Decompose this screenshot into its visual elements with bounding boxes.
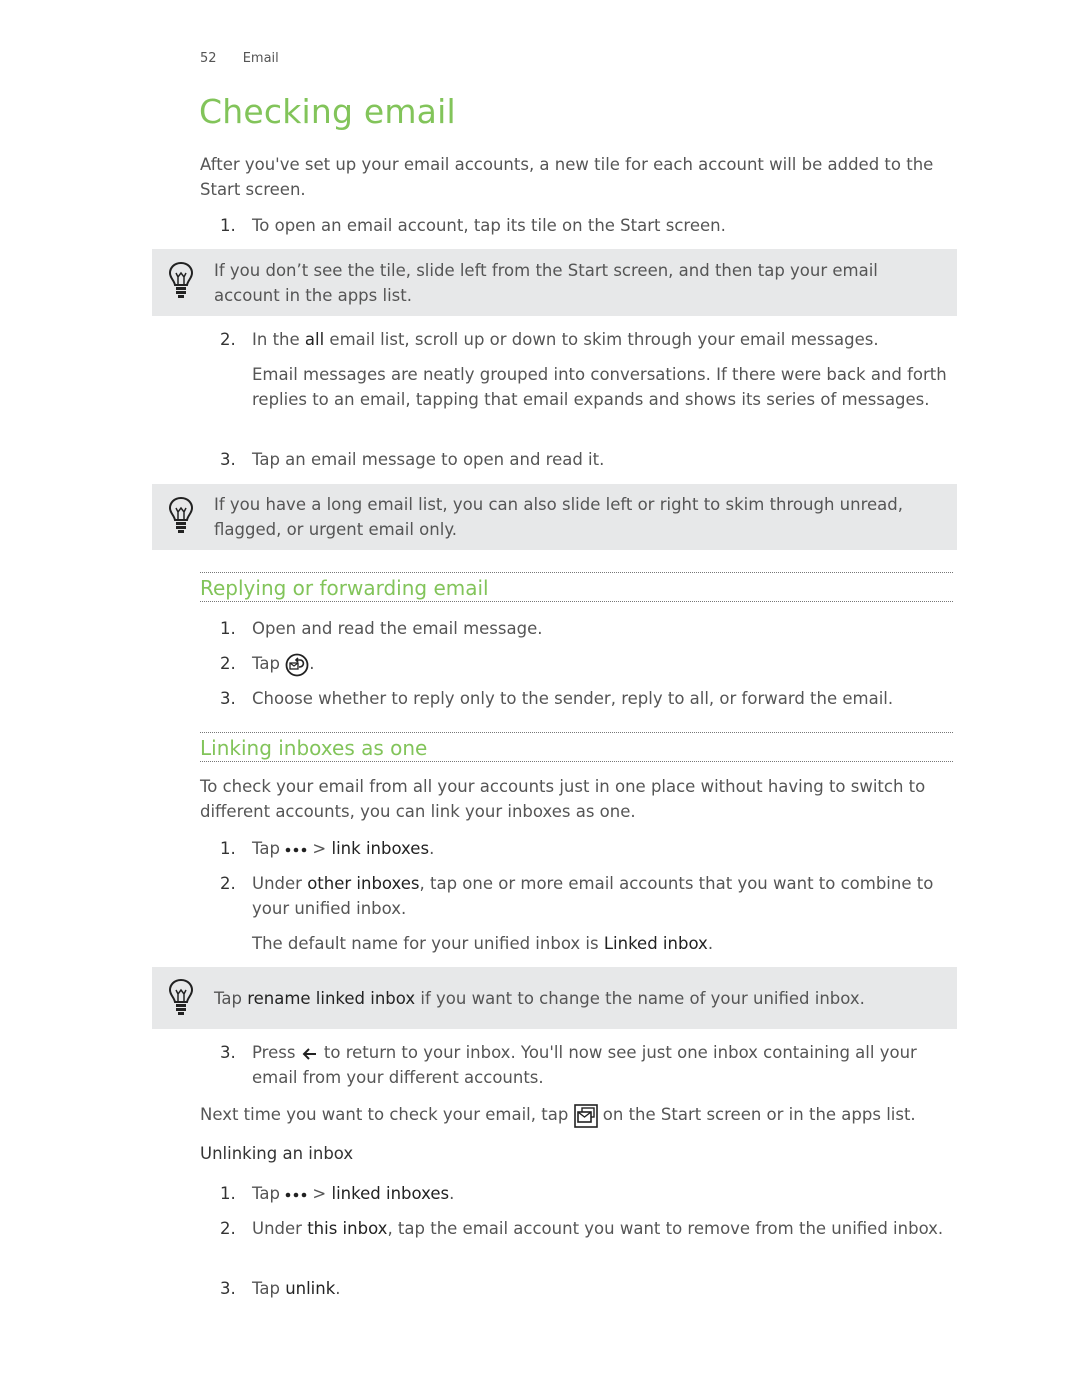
tip-box: If you have a long email list, you can a… bbox=[152, 484, 957, 550]
checking-step-1: 1. To open an email account, tap its til… bbox=[220, 213, 960, 238]
text: . bbox=[429, 839, 435, 858]
step-text: Tap > link inboxes. bbox=[252, 836, 960, 861]
text: > bbox=[307, 839, 332, 858]
text: . bbox=[707, 934, 714, 953]
ui-term: Linked inbox bbox=[603, 934, 708, 953]
tip-box: If you don’t see the tile, slide left fr… bbox=[152, 249, 957, 316]
text: Tap bbox=[252, 839, 286, 858]
step-text: Under this inbox, tap the email account … bbox=[252, 1216, 960, 1241]
ui-term: this inbox bbox=[307, 1219, 388, 1238]
more-icon bbox=[285, 1192, 307, 1197]
more-icon bbox=[285, 847, 307, 852]
text: In the bbox=[252, 330, 305, 349]
section-heading-linking: Linking inboxes as one bbox=[200, 732, 953, 762]
replying-step-3: 3. Choose whether to reply only to the s… bbox=[220, 686, 960, 711]
text: Tap bbox=[214, 989, 248, 1008]
text: Tap bbox=[252, 654, 286, 673]
step-number: 1. bbox=[220, 839, 236, 858]
unlinking-step-1: 1. Tap > linked inboxes. bbox=[220, 1181, 960, 1206]
checking-step-3: 3. Tap an email message to open and read… bbox=[220, 447, 960, 472]
linking-step-2-detail: The default name for your unified inbox … bbox=[252, 931, 962, 956]
tip-text: Tap rename linked inbox if you want to c… bbox=[214, 986, 944, 1011]
text: > bbox=[307, 1184, 332, 1203]
back-icon bbox=[302, 1047, 316, 1060]
tip-text: If you have a long email list, you can a… bbox=[214, 495, 903, 539]
step-number: 2. bbox=[220, 1219, 236, 1238]
lightbulb-icon bbox=[168, 261, 194, 298]
ui-term: other inboxes bbox=[307, 874, 420, 893]
tip-text: If you don’t see the tile, slide left fr… bbox=[214, 261, 878, 305]
step-text: To open an email account, tap its tile o… bbox=[252, 216, 726, 235]
ui-term: rename linked inbox bbox=[247, 989, 416, 1008]
step-text: Tap > linked inboxes. bbox=[252, 1181, 960, 1206]
replying-step-2: 2. Tap . bbox=[220, 651, 960, 677]
page-header: 52 Email bbox=[200, 51, 279, 66]
step-number: 1. bbox=[220, 619, 236, 638]
step-text: Choose whether to reply only to the send… bbox=[252, 689, 894, 708]
linking-step-2: 2. Under other inboxes, tap one or more … bbox=[220, 871, 960, 921]
ui-term: unlink bbox=[285, 1279, 336, 1298]
page-number: 52 bbox=[200, 51, 217, 66]
ui-term: linked inboxes bbox=[331, 1184, 450, 1203]
step-number: 2. bbox=[220, 330, 236, 349]
lightbulb-icon bbox=[168, 978, 194, 1015]
intro-paragraph: After you've set up your email accounts,… bbox=[200, 155, 934, 199]
step-number: 3. bbox=[220, 1279, 236, 1298]
ui-term: all bbox=[304, 330, 325, 349]
text: . bbox=[309, 654, 315, 673]
text: Tap bbox=[252, 1279, 286, 1298]
text: . bbox=[335, 1279, 341, 1298]
section-heading-replying: Replying or forwarding email bbox=[200, 572, 953, 602]
section-name: Email bbox=[242, 51, 279, 66]
text: to return to your inbox. You'll now see … bbox=[252, 1043, 917, 1087]
text: . bbox=[449, 1184, 455, 1203]
step-number: 1. bbox=[220, 216, 236, 235]
next-time-paragraph: Next time you want to check your email, … bbox=[200, 1102, 960, 1128]
step-text: Tap an email message to open and read it… bbox=[252, 450, 605, 469]
text: email list, scroll up or down to skim th… bbox=[324, 330, 879, 349]
step-text: Tap unlink. bbox=[252, 1276, 960, 1301]
ui-term: link inboxes bbox=[331, 839, 430, 858]
step-number: 1. bbox=[220, 1184, 236, 1203]
text: Under bbox=[252, 1219, 308, 1238]
step-number: 3. bbox=[220, 689, 236, 708]
unlinking-step-3: 3. Tap unlink. bbox=[220, 1276, 960, 1301]
text: Tap bbox=[252, 1184, 286, 1203]
text: Under bbox=[252, 874, 308, 893]
step-number: 3. bbox=[220, 1043, 236, 1062]
text: Press bbox=[252, 1043, 301, 1062]
linking-step-1: 1. Tap > link inboxes. bbox=[220, 836, 960, 861]
lightbulb-icon bbox=[168, 496, 194, 533]
step-number: 2. bbox=[220, 654, 236, 673]
reply-icon bbox=[285, 653, 309, 676]
step-text: Under other inboxes, tap one or more ema… bbox=[252, 871, 960, 921]
step-text: Tap . bbox=[252, 651, 960, 677]
text: The default name for your unified inbox … bbox=[252, 934, 604, 953]
linking-intro: To check your email from all your accoun… bbox=[200, 777, 926, 821]
tip-box: Tap rename linked inbox if you want to c… bbox=[152, 967, 957, 1029]
step-number: 2. bbox=[220, 874, 236, 893]
checking-step-2-detail: Email messages are neatly grouped into c… bbox=[252, 365, 947, 409]
step-text: In the all email list, scroll up or down… bbox=[252, 327, 960, 352]
text: if you want to change the name of your u… bbox=[415, 989, 865, 1008]
checking-step-2: 2. In the all email list, scroll up or d… bbox=[220, 327, 960, 352]
step-text: Press to return to your inbox. You'll no… bbox=[252, 1040, 960, 1090]
text: , tap the email account you want to remo… bbox=[387, 1219, 944, 1238]
page-title: Checking email bbox=[199, 92, 456, 131]
unlinking-step-2: 2. Under this inbox, tap the email accou… bbox=[220, 1216, 960, 1241]
linking-step-3: 3. Press to return to your inbox. You'll… bbox=[220, 1040, 960, 1090]
step-text: Open and read the email message. bbox=[252, 619, 543, 638]
text: on the Start screen or in the apps list. bbox=[597, 1105, 916, 1124]
linked-inbox-icon bbox=[573, 1103, 598, 1128]
replying-step-1: 1. Open and read the email message. bbox=[220, 616, 960, 641]
text: Next time you want to check your email, … bbox=[200, 1105, 574, 1124]
step-number: 3. bbox=[220, 450, 236, 469]
subheading-unlinking: Unlinking an inbox bbox=[200, 1144, 354, 1163]
